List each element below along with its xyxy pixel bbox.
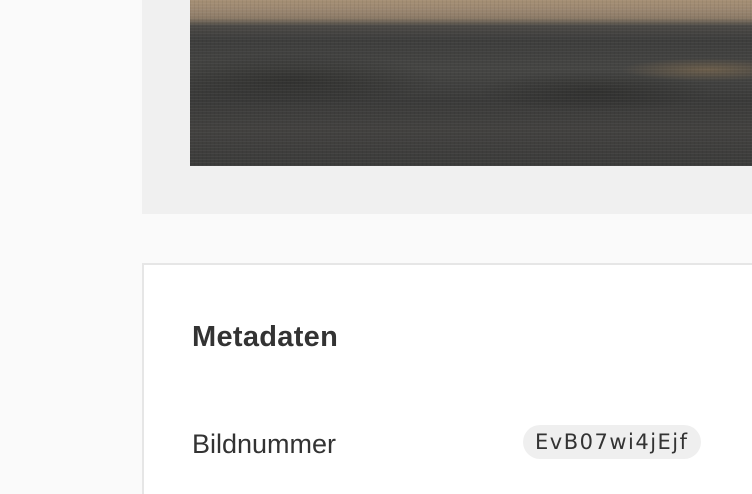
- metadata-heading: Metadaten: [192, 321, 339, 353]
- metadata-card: Metadaten Bildnummer EvB07wi4jEjf: [142, 263, 752, 494]
- page: Metadaten Bildnummer EvB07wi4jEjf: [0, 0, 752, 494]
- image-number-badge[interactable]: EvB07wi4jEjf: [523, 425, 701, 459]
- image-preview-panel: [142, 0, 752, 214]
- image-number-label: Bildnummer: [192, 429, 337, 459]
- photo-preview[interactable]: [190, 0, 752, 166]
- metadata-row-image-number: Bildnummer EvB07wi4jEjf: [192, 425, 712, 465]
